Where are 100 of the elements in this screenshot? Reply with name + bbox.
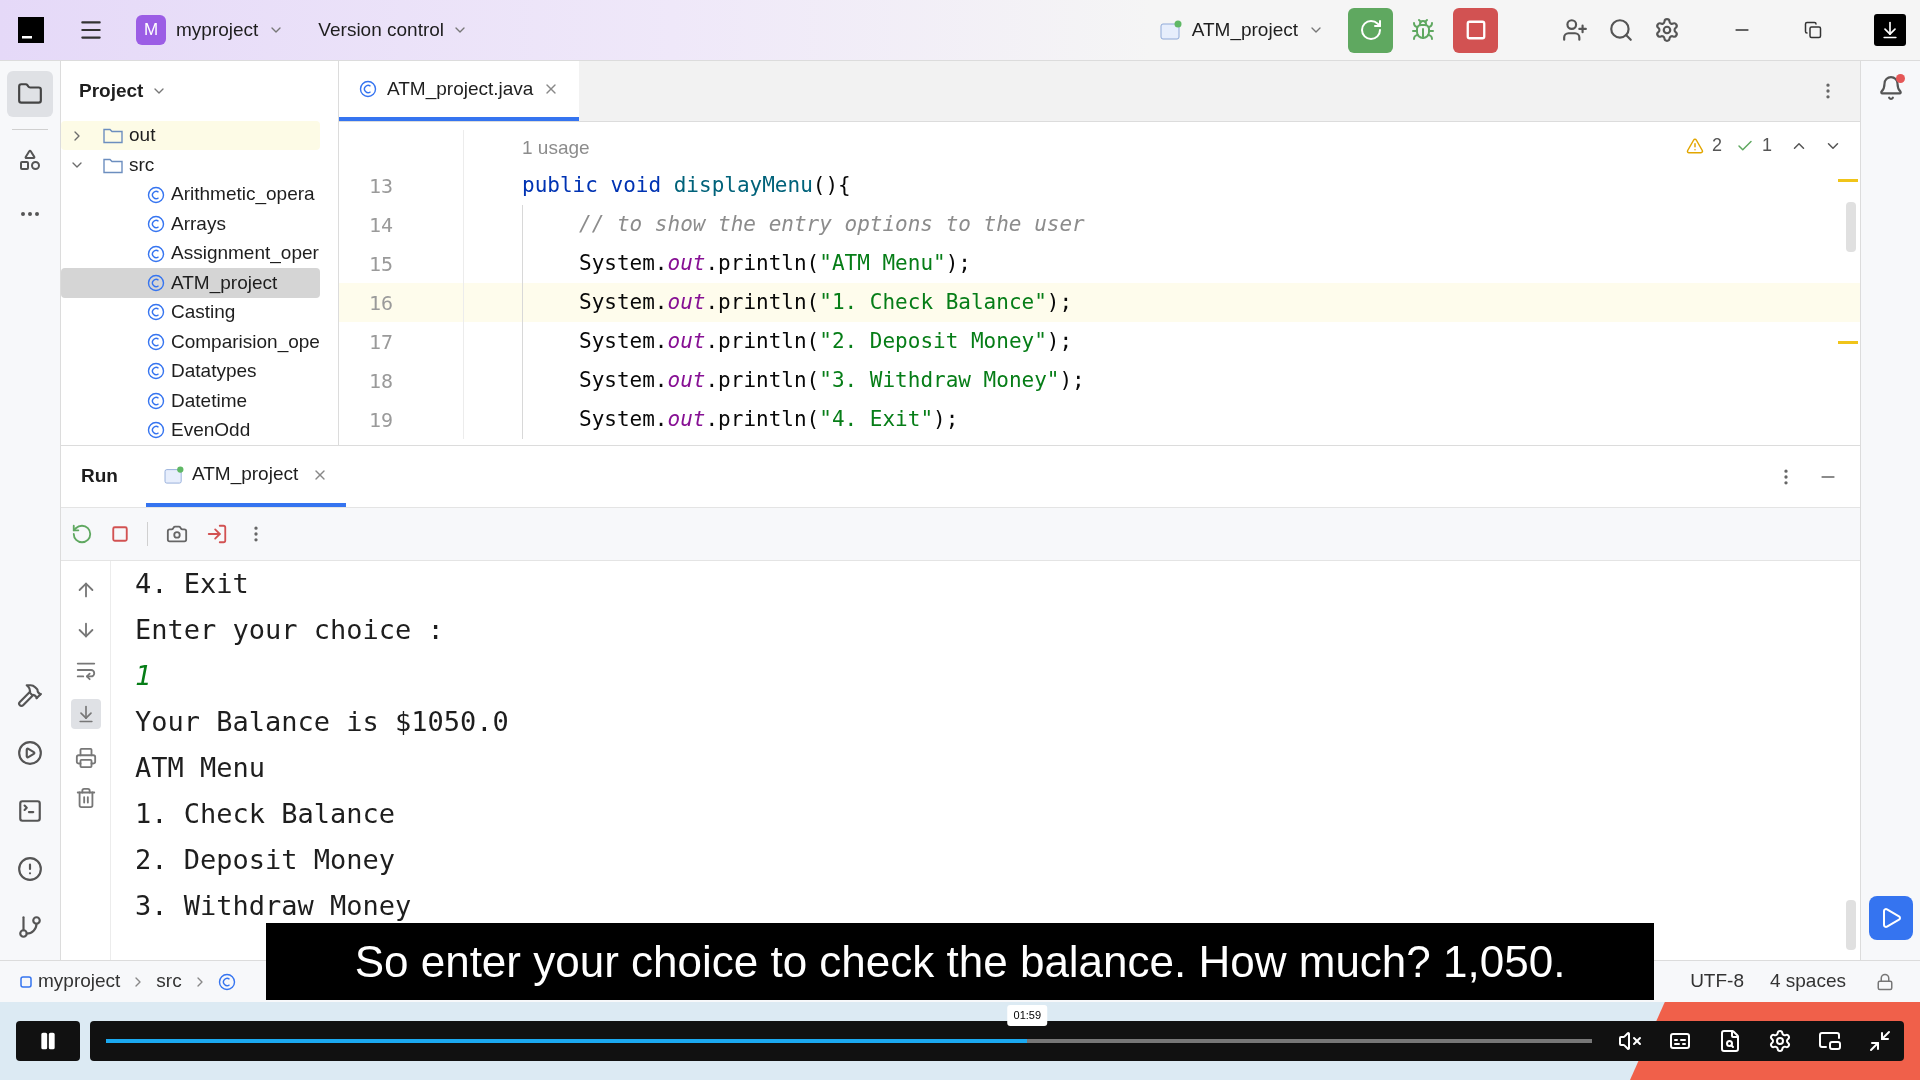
breadcrumb[interactable]: myproject xyxy=(38,967,121,996)
line-number: 16 xyxy=(367,289,393,317)
vcs-label: Version control xyxy=(318,17,445,42)
rerun-button[interactable] xyxy=(1348,7,1393,53)
download-icon[interactable] xyxy=(1874,14,1906,46)
folder-icon xyxy=(17,81,43,107)
class-icon xyxy=(359,80,377,98)
project-selector[interactable]: M myproject xyxy=(136,15,285,45)
services-icon[interactable] xyxy=(17,740,43,766)
rerun-icon[interactable] xyxy=(71,523,93,545)
play-pause-button[interactable] xyxy=(16,1021,80,1061)
class-icon xyxy=(217,972,236,991)
rerun-icon xyxy=(1358,18,1383,42)
line-number: 19 xyxy=(367,406,393,434)
breadcrumb[interactable]: src xyxy=(156,967,182,996)
tree-item[interactable]: Datatypes xyxy=(61,356,320,387)
line-number: 13 xyxy=(367,172,393,200)
picture-in-picture-icon[interactable] xyxy=(1818,1029,1842,1053)
tree-item[interactable]: out xyxy=(61,120,320,151)
print-icon[interactable] xyxy=(74,747,97,769)
console-line: 2. Deposit Money xyxy=(135,843,396,877)
code-line: System.out.println("1. Check Balance"); xyxy=(522,283,1073,322)
settings-icon[interactable] xyxy=(1768,1029,1792,1053)
scrollbar-thumb[interactable] xyxy=(1846,202,1856,252)
class-icon xyxy=(147,303,165,322)
class-icon xyxy=(147,391,165,410)
code-line: System.out.println("2. Deposit Money"); xyxy=(522,322,1073,361)
project-name: myproject xyxy=(176,17,259,42)
add-user-icon[interactable] xyxy=(1562,17,1588,43)
tree-item[interactable]: Casting xyxy=(61,297,320,328)
code-line: // to show the entry options to the user xyxy=(522,205,1085,244)
search-icon[interactable] xyxy=(1608,17,1634,43)
tree-item[interactable]: Datetime xyxy=(61,386,320,416)
debug-icon[interactable] xyxy=(1411,18,1435,42)
vcs-menu[interactable]: Version control xyxy=(318,15,469,45)
stop-icon[interactable] xyxy=(111,525,129,543)
console-line: 3. Withdraw Money xyxy=(135,889,412,923)
scrollbar-thumb[interactable] xyxy=(1846,900,1856,950)
code-line: public void displayMenu(){ xyxy=(522,171,851,199)
git-branch-icon[interactable] xyxy=(17,914,43,940)
check-count[interactable]: 1 xyxy=(1762,132,1772,159)
restore-icon[interactable] xyxy=(1804,21,1822,39)
stop-button[interactable] xyxy=(1453,7,1498,53)
line-number: 14 xyxy=(367,211,393,239)
settings-icon[interactable] xyxy=(1654,17,1680,43)
console-line: Your Balance is $1050.0 xyxy=(135,705,509,739)
indent-setting[interactable]: 4 spaces xyxy=(1769,967,1846,996)
send-button[interactable] xyxy=(1868,896,1913,940)
structure-icon[interactable] xyxy=(18,148,42,172)
class-icon xyxy=(147,185,165,204)
time-tooltip: 01:59 xyxy=(1007,1005,1048,1026)
folder-icon xyxy=(103,156,123,174)
mute-icon[interactable] xyxy=(1618,1029,1642,1053)
video-caption: So enter your choice to check the balance. How much? 1,050. xyxy=(266,923,1654,1000)
scroll-to-end-button[interactable] xyxy=(70,699,101,729)
run-config-name: ATM_project xyxy=(1191,17,1298,43)
code-line: System.out.println("3. Withdraw Money"); xyxy=(522,361,1085,400)
exit-fullscreen-icon[interactable] xyxy=(1868,1029,1892,1053)
class-icon xyxy=(147,421,165,440)
trash-icon[interactable] xyxy=(74,787,97,809)
tree-item[interactable]: ATM_project xyxy=(61,268,320,298)
download-arrow-icon xyxy=(1880,20,1900,40)
problems-icon[interactable] xyxy=(17,856,43,882)
run-config-selector[interactable]: ATM_project xyxy=(1159,15,1324,45)
tree-item[interactable]: src xyxy=(61,150,320,180)
class-icon xyxy=(147,244,165,263)
warning-stripe xyxy=(1838,179,1858,182)
transcript-icon[interactable] xyxy=(1718,1029,1742,1053)
warning-count[interactable]: 2 xyxy=(1711,132,1722,159)
warning-icon xyxy=(1685,136,1704,155)
line-number: 18 xyxy=(367,367,393,395)
terminal-icon[interactable] xyxy=(17,798,43,824)
console-line: ATM Menu xyxy=(135,751,266,785)
class-icon xyxy=(147,332,165,351)
project-badge: M xyxy=(136,15,166,45)
lock-icon[interactable] xyxy=(1876,972,1894,991)
console-line: 4. Exit xyxy=(135,567,249,601)
tree-item[interactable]: Arithmetic_opera xyxy=(61,179,320,210)
module-icon xyxy=(20,975,32,988)
window-icon xyxy=(1159,20,1182,40)
warning-stripe xyxy=(1838,341,1858,344)
tree-item[interactable]: Arrays xyxy=(61,209,320,239)
project-tool-button[interactable] xyxy=(7,71,53,117)
class-icon xyxy=(147,362,165,381)
encoding[interactable]: UTF-8 xyxy=(1690,967,1744,996)
notifications-icon[interactable] xyxy=(1877,75,1904,101)
class-icon xyxy=(147,215,165,234)
build-icon[interactable] xyxy=(17,682,43,708)
code-line: System.out.println("4. Exit"); xyxy=(522,400,959,439)
folder-icon xyxy=(103,127,123,145)
console-line: Enter your choice : xyxy=(135,613,444,647)
tree-item[interactable]: Assignment_oper xyxy=(61,238,320,269)
window-icon xyxy=(163,465,184,484)
editor-tab[interactable]: ATM_project.java xyxy=(339,61,580,121)
tree-item[interactable]: EvenOdd xyxy=(61,415,320,445)
exit-icon[interactable] xyxy=(206,523,228,545)
line-number: 15 xyxy=(367,250,393,278)
tree-item[interactable]: Comparision_ope xyxy=(61,327,320,357)
pause-icon xyxy=(38,1031,58,1051)
camera-icon[interactable] xyxy=(166,523,188,545)
